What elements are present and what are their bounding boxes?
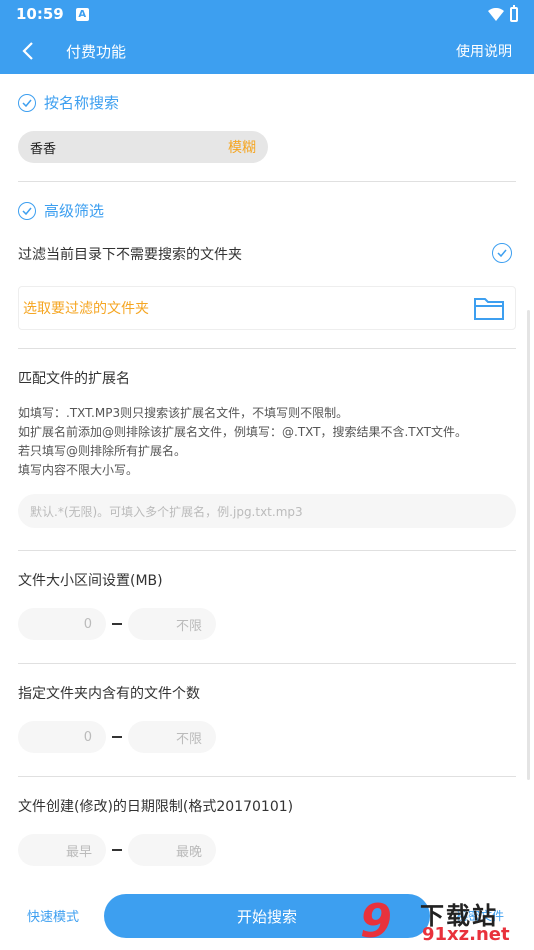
divider [18,663,516,664]
divider [18,181,516,182]
ext-title: 匹配文件的扩展名 [18,371,130,387]
divider [18,550,516,551]
ext-hint-line: 如填写：.TXT.MP3则只搜索该扩展名文件，不填写则不限制。 [18,406,349,420]
range-dash [112,623,122,625]
range-dash [112,736,122,738]
battery-icon [510,4,518,22]
name-search-label: 按名称搜索 [44,94,120,112]
check-circle-icon [18,201,36,220]
advanced-filter-header[interactable]: 高级筛选 [18,200,104,221]
filter-folders-check-icon[interactable] [492,243,512,263]
size-min-input[interactable]: 0 [18,608,106,640]
date-max-input[interactable]: 最晚 [128,834,216,866]
watermark-bottom: 91xz.net [422,924,510,945]
date-title: 文件创建(修改)的日期限制(格式20170101) [18,799,294,815]
size-max-input[interactable]: 不限 [128,608,216,640]
name-search-input[interactable]: 香香 模糊 [18,131,268,163]
ext-hint-line: 如扩展名前添加@则排除该扩展名文件，例填写：@.TXT，搜索结果不含.TXT文件… [18,425,467,439]
divider [18,776,516,777]
name-search-header[interactable]: 按名称搜索 [18,92,119,113]
choose-folder-button[interactable]: 选取要过滤的文件夹 [18,286,516,330]
count-min-input[interactable]: 0 [18,721,106,753]
count-max-input[interactable]: 不限 [128,721,216,753]
status-icons [488,4,518,22]
fuzzy-mode-toggle[interactable]: 模糊 [228,137,256,157]
scrollbar[interactable] [527,310,530,780]
ext-input[interactable]: 默认.*(无限)。可填入多个扩展名，例.jpg.txt.mp3 [18,494,516,528]
date-min-input[interactable]: 最早 [18,834,106,866]
quick-mode-button[interactable]: 快速模式 [27,906,79,925]
watermark-logo: 9 下载站 91xz.net [360,894,530,948]
count-range: 0 不限 [18,721,216,753]
ext-placeholder: 默认.*(无限)。可填入多个扩展名，例.jpg.txt.mp3 [30,504,303,519]
ext-hint-line: 填写内容不限大小写。 [18,463,139,477]
filter-folders-label: 过滤当前目录下不需要搜索的文件夹 [18,247,242,263]
toolbar: 付费功能 使用说明 [0,28,534,74]
check-circle-icon [18,93,36,112]
status-time: 10:59 [16,5,64,23]
wifi-icon [488,7,504,21]
back-arrow-icon [22,42,33,60]
watermark-num: 9 [360,894,393,948]
count-title: 指定文件夹内含有的文件个数 [18,686,200,702]
advanced-filter-label: 高级筛选 [44,202,105,220]
back-button[interactable] [0,28,56,74]
choose-folder-label: 选取要过滤的文件夹 [23,301,149,317]
divider [18,348,516,349]
ext-hint-line: 若只填写@则排除所有扩展名。 [18,444,187,458]
app-notification-icon: A [75,7,89,21]
size-title: 文件大小区间设置(MB) [18,573,163,589]
size-range: 0 不限 [18,608,216,640]
date-range: 最早 最晚 [18,834,216,866]
folder-icon [474,298,504,320]
help-button[interactable]: 使用说明 [456,41,512,61]
status-bar: 10:59 A [0,0,534,28]
range-dash [112,849,122,851]
page-title: 付费功能 [66,42,127,61]
name-search-value: 香香 [30,141,57,157]
ext-hint: 如填写：.TXT.MP3则只搜索该扩展名文件，不填写则不限制。 如扩展名前添加@… [18,404,467,480]
